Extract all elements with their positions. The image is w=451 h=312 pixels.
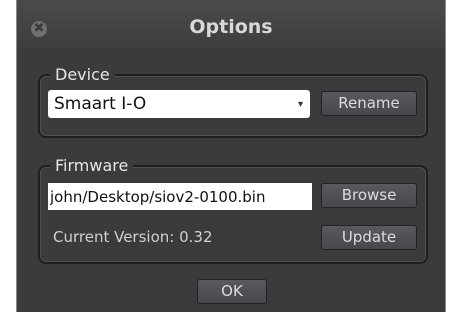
device-group-label: Device bbox=[50, 65, 115, 84]
device-select[interactable]: Smaart I-O ▾ bbox=[48, 90, 310, 118]
rename-button[interactable]: Rename bbox=[321, 91, 417, 116]
firmware-group: Firmware Browse Current Version: 0.32 Up… bbox=[38, 156, 428, 264]
device-group: Device Smaart I-O ▾ Rename bbox=[38, 65, 428, 138]
ok-button[interactable]: OK bbox=[197, 279, 267, 304]
firmware-path-input[interactable] bbox=[48, 183, 312, 210]
update-button[interactable]: Update bbox=[321, 225, 417, 250]
options-dialog: ✖ Options Device Smaart I-O ▾ Rename Fir… bbox=[16, 0, 446, 312]
current-version-label: Current Version: 0.32 bbox=[53, 228, 213, 246]
firmware-group-label: Firmware bbox=[50, 156, 134, 175]
chevron-down-icon: ▾ bbox=[297, 99, 303, 110]
device-select-value: Smaart I-O bbox=[54, 94, 147, 114]
title-bar: ✖ Options bbox=[17, 0, 445, 48]
browse-button[interactable]: Browse bbox=[321, 183, 417, 208]
window-title: Options bbox=[189, 16, 273, 38]
